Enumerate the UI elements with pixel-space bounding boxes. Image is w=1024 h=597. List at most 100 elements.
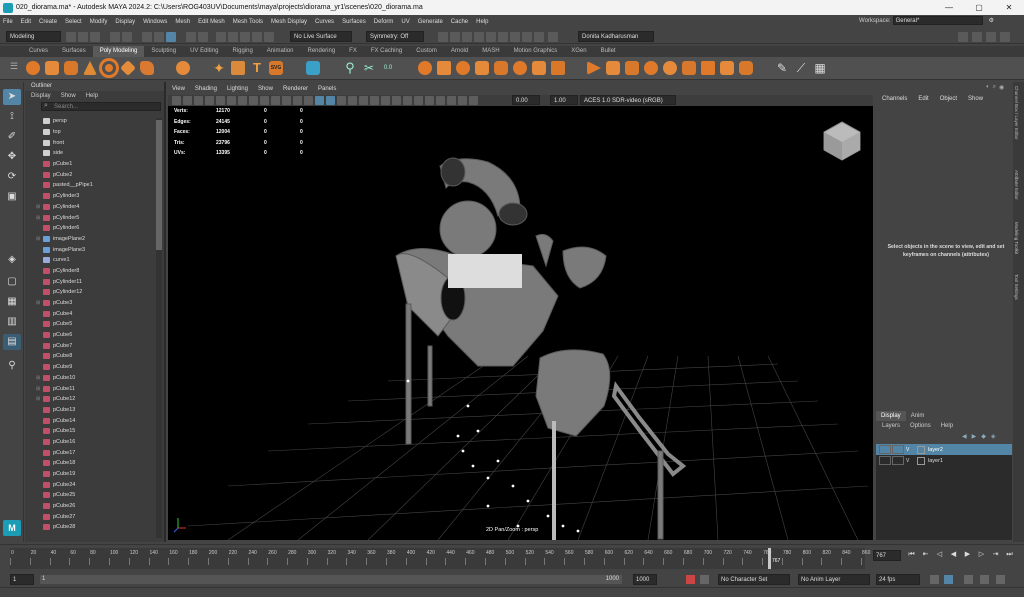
settings-gear-icon[interactable]: ⚙ (989, 17, 994, 24)
outliner-item[interactable]: pCylinder3 (25, 191, 157, 202)
circularize-icon[interactable] (739, 61, 753, 75)
live-surface-field[interactable]: No Live Surface (290, 31, 352, 42)
expand-arrow-icon[interactable]: ⊞ (36, 300, 43, 306)
image-plane-icon[interactable] (194, 96, 203, 105)
outliner-item[interactable]: pCube6 (25, 330, 157, 341)
expand-arrow-icon[interactable]: ⊞ (36, 204, 43, 210)
panel-menu-panels[interactable]: Panels (318, 84, 336, 95)
menu-create[interactable]: Create (39, 19, 57, 25)
wireframe-icon[interactable] (304, 96, 313, 105)
outliner-search-input[interactable]: Search... (41, 102, 161, 111)
fps-dropdown[interactable]: 24 fps (876, 574, 920, 585)
motion-blur-icon[interactable] (381, 96, 390, 105)
outliner-item[interactable]: pCube9 (25, 362, 157, 373)
outliner-item[interactable]: pCube8 (25, 351, 157, 362)
outliner-menu-display[interactable]: Display (31, 91, 51, 101)
boolean-union-icon[interactable] (418, 61, 432, 75)
hypershade-icon[interactable] (474, 32, 484, 42)
layout-two-icon[interactable]: ▥ (3, 314, 21, 330)
loop-icon[interactable] (930, 575, 939, 584)
shelf-tab-mash[interactable]: MASH (475, 46, 506, 57)
outliner-item[interactable]: pCube1 (25, 159, 157, 170)
shelf-tab-poly-modeling[interactable]: Poly Modeling (92, 46, 145, 57)
render-sequence-icon[interactable] (534, 32, 544, 42)
sound-icon[interactable] (964, 575, 973, 584)
menu-deform[interactable]: Deform (374, 19, 394, 25)
rotate-tool-icon[interactable]: ⟳ (3, 169, 21, 185)
outliner-item[interactable]: pCylinder12 (25, 287, 157, 298)
mash-network-icon[interactable] (306, 61, 320, 75)
default-material-icon[interactable] (326, 96, 335, 105)
save-scene-icon[interactable] (90, 32, 100, 42)
select-by-object-icon[interactable] (154, 32, 164, 42)
outliner-item[interactable]: pCube17 (25, 447, 157, 458)
smooth-icon[interactable]: 0.0 (381, 61, 395, 75)
safe-action-icon[interactable] (282, 96, 291, 105)
snap-grid-icon[interactable] (186, 32, 196, 42)
outliner-item[interactable]: pCube19 (25, 469, 157, 480)
paint-select-icon[interactable]: ✐ (3, 129, 21, 145)
step-forward-key-icon[interactable]: ⇥ (990, 549, 1001, 561)
shelf-menu-icon[interactable]: ☰ (10, 61, 18, 72)
2d-pan-zoom-icon[interactable] (205, 96, 214, 105)
shelf-tab-fx-caching[interactable]: FX Caching (364, 46, 409, 57)
combine-icon[interactable]: ⚲ (343, 61, 357, 75)
outliner-scroll-thumb[interactable] (156, 120, 162, 250)
grid-icon[interactable] (227, 96, 236, 105)
outliner-item[interactable]: ⊞ pCube3 (25, 298, 157, 309)
menu-windows[interactable]: Windows (143, 19, 167, 25)
outliner-item[interactable]: pCube5 (25, 319, 157, 330)
shelf-tab-custom[interactable]: Custom (409, 46, 444, 57)
history-icon[interactable] (264, 32, 274, 42)
colorspace-dropdown[interactable]: ACES 1.0 SDR-video (sRGB) (580, 95, 676, 105)
key-prefs-icon[interactable] (700, 575, 709, 584)
boolean-difference-icon[interactable] (437, 61, 451, 75)
select-by-hierarchy-icon[interactable] (142, 32, 152, 42)
layer-visibility-toggle[interactable] (879, 445, 891, 454)
channel-box-menu-show[interactable]: Show (968, 96, 983, 102)
anti-alias-icon[interactable] (392, 96, 401, 105)
go-to-start-icon[interactable]: ⏮ (906, 549, 917, 561)
menu-file[interactable]: File (3, 19, 13, 25)
shelf-tab-bullet[interactable]: Bullet (594, 46, 623, 57)
sweep-mesh-icon[interactable]: ✦ (212, 61, 226, 75)
modeling-toolkit-icon[interactable] (958, 32, 968, 42)
expand-arrow-icon[interactable]: ⊞ (36, 215, 43, 221)
menu-edit-mesh[interactable]: Edit Mesh (198, 19, 225, 25)
snap-view-plane-icon[interactable] (228, 32, 238, 42)
textured-icon[interactable] (337, 96, 346, 105)
redo-icon[interactable] (122, 32, 132, 42)
new-scene-icon[interactable] (66, 32, 76, 42)
mirror-icon[interactable] (494, 61, 508, 75)
expand-arrow-icon[interactable]: ⊞ (36, 396, 43, 402)
move-layer-down-icon[interactable]: ▶ (972, 433, 977, 440)
outliner-item[interactable]: pCube14 (25, 415, 157, 426)
shelf-tab-sculpting[interactable]: Sculpting (144, 46, 183, 57)
shelf-tab-fx[interactable]: FX (342, 46, 364, 57)
outliner-item[interactable]: top (25, 127, 157, 138)
panel-menu-renderer[interactable]: Renderer (283, 84, 308, 95)
fill-hole-icon[interactable] (663, 61, 677, 75)
step-back-frame-icon[interactable]: ◁ (934, 549, 945, 561)
backface-icon[interactable] (458, 96, 467, 105)
workspace-dropdown[interactable]: General* (892, 16, 983, 25)
channel-box-menu-edit[interactable]: Edit (918, 96, 928, 102)
view-cube[interactable] (823, 121, 861, 161)
shelf-tab-xgen[interactable]: XGen (564, 46, 593, 57)
workspace-selector[interactable]: Workspace: General* ⚙ (859, 16, 994, 25)
gamma-field[interactable]: 1.00 (550, 95, 578, 105)
outliner-item[interactable]: pCube18 (25, 458, 157, 469)
menu-mesh-tools[interactable]: Mesh Tools (233, 19, 263, 25)
poly-sphere-icon[interactable] (26, 61, 40, 75)
attribute-editor-icon[interactable] (972, 32, 982, 42)
shelf-tab-surfaces[interactable]: Surfaces (55, 46, 93, 57)
layer-tab-anim[interactable]: Anim (906, 411, 930, 421)
play-backwards-icon[interactable]: ◀ (948, 549, 959, 561)
gate-mask-icon[interactable] (260, 96, 269, 105)
go-to-end-icon[interactable]: ⏭ (1004, 549, 1015, 561)
anim-prefs-icon[interactable] (944, 575, 953, 584)
menu-modify[interactable]: Modify (90, 19, 108, 25)
outliner-item[interactable]: pCube2 (25, 169, 157, 180)
grease-pencil-icon[interactable] (216, 96, 225, 105)
select-by-component-icon[interactable] (166, 32, 176, 42)
